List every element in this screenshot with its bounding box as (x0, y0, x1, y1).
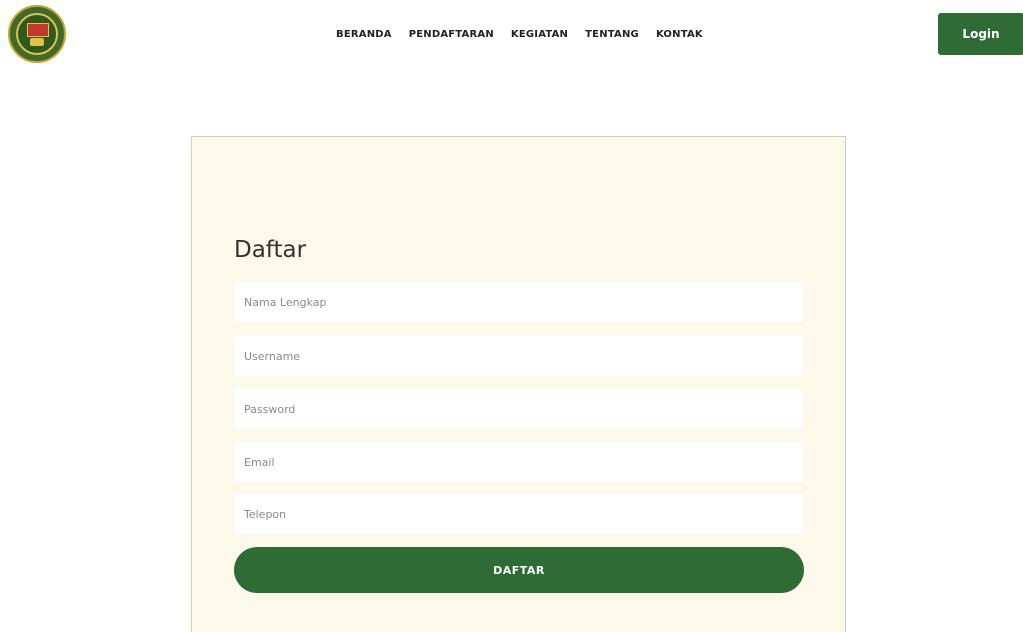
nav-item-kegiatan[interactable]: KEGIATAN (511, 29, 568, 41)
main-nav: BERANDA PENDAFTARAN KEGIATAN TENTANG KON… (336, 29, 703, 41)
nav-item-tentang[interactable]: TENTANG (585, 29, 639, 41)
register-button[interactable]: DAFTAR (234, 547, 804, 593)
form-title: Daftar (234, 237, 307, 263)
registration-page: BERANDA PENDAFTARAN KEGIATAN TENTANG KON… (0, 0, 1023, 632)
nav-item-pendaftaran[interactable]: PENDAFTARAN (409, 29, 494, 41)
site-header: BERANDA PENDAFTARAN KEGIATAN TENTANG KON… (0, 0, 1023, 70)
nav-item-beranda[interactable]: BERANDA (336, 29, 392, 41)
emblem-inner (16, 13, 58, 55)
username-input[interactable] (234, 336, 803, 376)
full-name-input[interactable] (234, 282, 803, 322)
email-input[interactable] (234, 442, 803, 482)
password-input[interactable] (234, 389, 803, 429)
registration-card: Daftar DAFTAR (191, 136, 846, 632)
nav-item-kontak[interactable]: KONTAK (656, 29, 703, 41)
organization-emblem-icon[interactable] (8, 5, 66, 63)
phone-input[interactable] (234, 494, 803, 534)
login-button[interactable]: Login (938, 13, 1023, 55)
